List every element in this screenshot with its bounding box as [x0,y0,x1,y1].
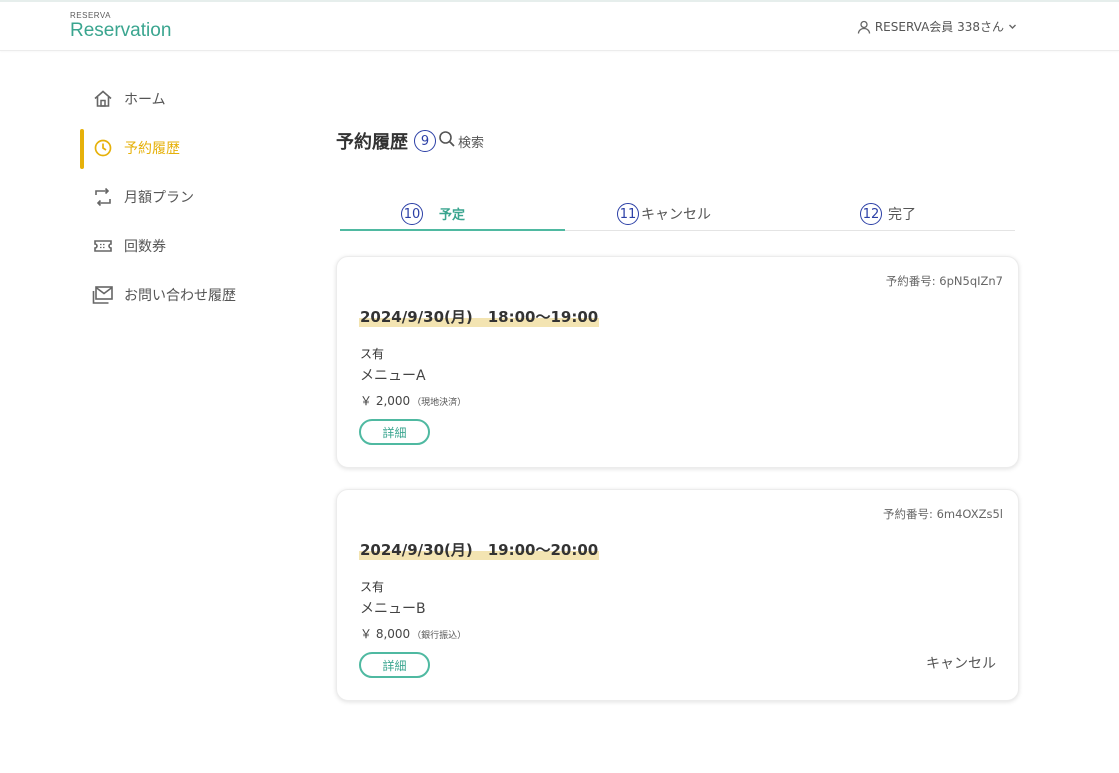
store-name: ス有 [360,580,385,594]
store-name: ス有 [360,347,385,361]
annotation-marker: 11 [617,203,639,225]
sidebar-item-coupon-ticket[interactable]: 回数券 [80,221,300,270]
search-icon [438,130,456,152]
menu-name: メニューA [360,368,426,384]
sidebar-item-monthly-plan[interactable]: 月額プラン [80,172,300,221]
annotation-marker: 10 [401,203,423,225]
sidebar-item-label: 予約履歴 [124,140,180,157]
search-link[interactable]: 検索 [438,130,484,152]
reservation-tabs: 10 予定 11 キャンセル 12 完了 [340,200,1015,231]
sidebar-item-inquiry-history[interactable]: お問い合わせ履歴 [80,270,300,319]
sidebar-item-label: 回数券 [124,238,166,255]
tab-completed[interactable]: 12 完了 [790,200,1015,231]
payment-method: （銀行振込） [412,631,467,641]
logo-small-text: RESERVA [70,11,111,20]
search-label: 検索 [458,135,485,151]
sidebar-item-label: お問い合わせ履歴 [124,287,236,304]
tab-cancelled[interactable]: 11 キャンセル [565,200,790,231]
reservation-datetime: 2024/9/30(月) 18:00～19:00 [359,306,600,327]
sidebar-item-label: ホーム [124,91,166,108]
cancel-button[interactable]: キャンセル [926,653,996,673]
logo[interactable]: RESERVA Reservation [70,11,171,42]
page-title-row: 予約履歴 9 検索 [336,128,484,154]
price-amount: ￥ 8,000 [360,627,411,641]
ticket-icon [92,235,114,257]
user-menu[interactable]: RESERVA会員 338さん [857,18,1017,35]
price: ￥ 8,000 （銀行振込） [360,625,466,642]
sidebar-item-home[interactable]: ホーム [80,74,300,123]
reservation-number: 予約番号: 6pN5qIZn7 [885,274,1003,288]
reservation-datetime: 2024/9/30(月) 19:00～20:00 [359,539,600,560]
tab-label: 予定 [439,208,466,223]
reservation-number: 予約番号: 6m4OXZs5l [883,507,1003,521]
home-icon [92,88,114,110]
tab-label: キャンセル [641,207,711,223]
payment-method: （現地決済） [412,398,467,408]
repeat-icon [92,186,114,208]
detail-button[interactable]: 詳細 [359,419,430,445]
reservation-card: 予約番号: 6pN5qIZn7 2024/9/30(月) 18:00～19:00… [336,256,1019,468]
user-name: RESERVA会員 338さん [874,20,1004,34]
tab-scheduled[interactable]: 10 予定 [340,200,565,231]
sidebar-item-reservation-history[interactable]: 予約履歴 [80,123,300,172]
chevron-down-icon [1008,22,1017,31]
sidebar-item-label: 月額プラン [124,189,194,206]
detail-button[interactable]: 詳細 [359,652,430,678]
app-header: RESERVA Reservation RESERVA会員 338さん [0,0,1119,51]
annotation-marker: 9 [414,130,436,152]
reservation-card: 予約番号: 6m4OXZs5l 2024/9/30(月) 19:00～20:00… [336,489,1019,701]
price-amount: ￥ 2,000 [360,394,411,408]
page-title: 予約履歴 [336,132,408,153]
user-icon [857,20,871,34]
clock-icon [92,137,114,159]
menu-name: メニューB [360,601,426,617]
sidebar-nav: ホーム 予約履歴 月額プラン 回数券 お問い合わせ履歴 [80,74,300,319]
mail-icon [92,284,114,306]
annotation-marker: 12 [860,203,882,225]
tab-label: 完了 [888,207,916,223]
price: ￥ 2,000 （現地決済） [360,392,466,409]
logo-title: Reservation [70,20,172,41]
